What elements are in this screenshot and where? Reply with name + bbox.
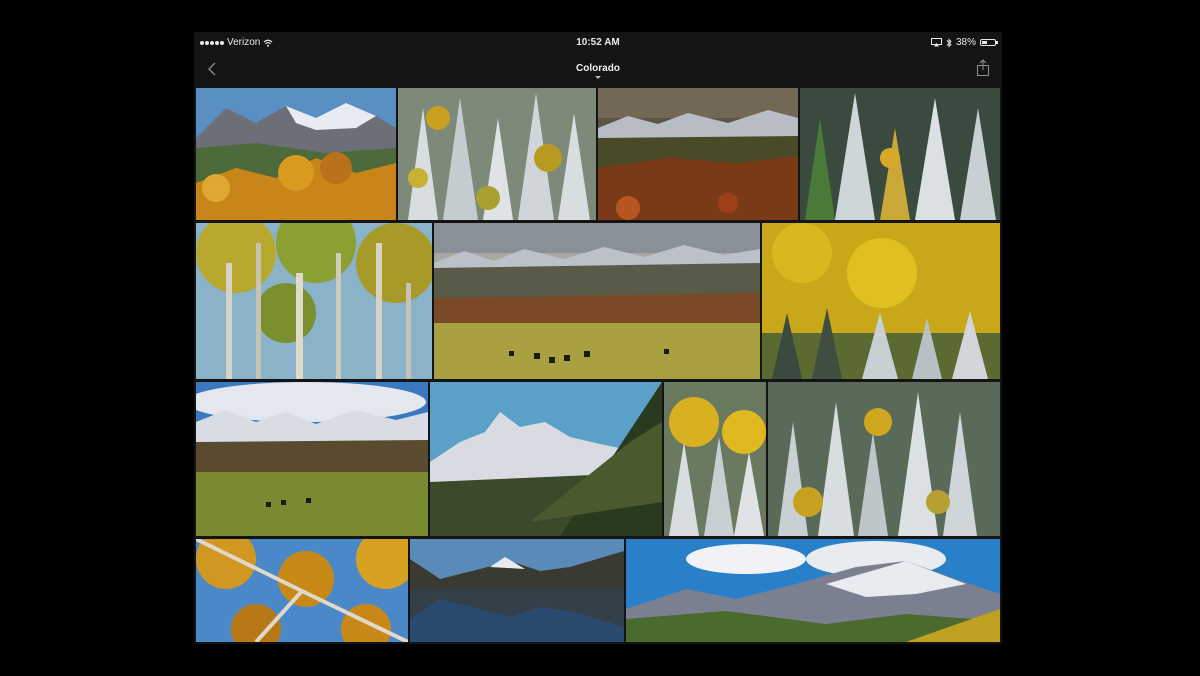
nav-bar: Colorado	[194, 52, 1002, 88]
status-time: 10:52 AM	[576, 37, 620, 48]
battery-icon	[980, 39, 998, 46]
photo-snowy-aspen-closeup[interactable]	[664, 382, 766, 536]
album-title-label: Colorado	[576, 63, 620, 74]
status-right: 38%	[930, 37, 998, 48]
photo-golden-aspen-slope[interactable]	[762, 223, 1000, 379]
bluetooth-icon	[946, 37, 952, 48]
photo-aspen-trunks[interactable]	[196, 223, 432, 379]
photo-peak-pine-branch[interactable]	[430, 382, 662, 536]
photo-snowy-forest-gold[interactable]	[768, 382, 1000, 536]
share-button[interactable]	[974, 58, 992, 78]
photo-aspen-canopy[interactable]	[196, 539, 408, 642]
caret-down-icon	[595, 76, 601, 79]
photo-mountain-clouds[interactable]	[626, 539, 1000, 642]
airplay-icon	[930, 38, 942, 47]
photo-lake-reflection[interactable]	[410, 539, 624, 642]
status-bar: Verizon 10:52 AM 38%	[194, 32, 1002, 52]
photo-meadow-hay-bales[interactable]	[434, 223, 760, 379]
photo-snowy-aspen-forest[interactable]	[398, 88, 596, 220]
photo-grid	[194, 32, 1002, 644]
photo-mountain-valley-sunset[interactable]	[598, 88, 798, 220]
battery-fill	[982, 41, 987, 44]
photo-snowy-range-pasture[interactable]	[196, 382, 428, 536]
photo-snowy-pines[interactable]	[800, 88, 1000, 220]
ipad-screen: Verizon 10:52 AM 38% Colorado	[194, 32, 1002, 644]
photo-mountain-aspen[interactable]	[196, 88, 396, 220]
battery-percent: 38%	[955, 37, 976, 48]
album-title[interactable]: Colorado	[194, 63, 1002, 79]
share-icon	[976, 59, 990, 77]
